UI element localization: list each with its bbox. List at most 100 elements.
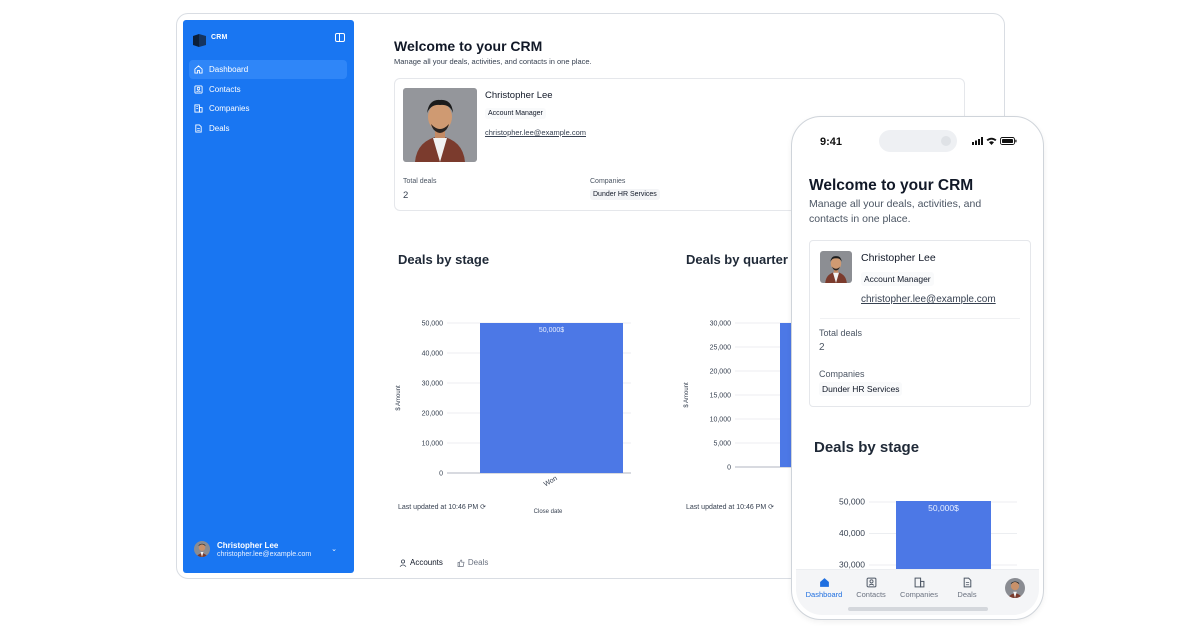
- profile-name: Christopher Lee: [861, 252, 936, 264]
- last-updated-stage: Last updated at 10:46 PM ⟳: [398, 504, 486, 511]
- refresh-icon[interactable]: ⟳: [480, 504, 486, 511]
- x-axis-title: Close date: [534, 509, 563, 515]
- total-deals-label: Total deals: [403, 178, 437, 185]
- building-icon: [914, 577, 924, 588]
- y-tick-label: 5,000: [713, 441, 731, 448]
- tab-companies[interactable]: Companies: [894, 577, 944, 599]
- sidebar-header: CRM: [193, 30, 345, 52]
- sidebar-item-label: Dashboard: [209, 65, 249, 74]
- companies-label: Companies: [590, 178, 626, 185]
- phone-deals-by-stage-chart: 30,000 40,000 50,000 50,000$: [839, 497, 1017, 570]
- sidebar-item-companies[interactable]: Companies: [189, 99, 347, 118]
- x-tick-label: Won: [543, 475, 559, 488]
- status-time: 9:41: [820, 136, 843, 148]
- sidebar-item-label: Contacts: [209, 84, 241, 94]
- y-tick-label: 20,000: [710, 369, 732, 376]
- y-tick-label: 15,000: [710, 393, 732, 400]
- y-tick-label: 30,000: [422, 381, 444, 388]
- profile-avatar-tab[interactable]: [1005, 578, 1025, 598]
- total-deals-label: Total deals: [819, 328, 863, 338]
- y-tick-label: 20,000: [422, 411, 444, 418]
- company-badge[interactable]: Dunder HR Services: [590, 189, 660, 200]
- y-axis-title: $ Amount: [684, 382, 690, 408]
- home-icon: [194, 65, 203, 74]
- bottom-tabs: Accounts Deals: [399, 558, 488, 567]
- tab-dashboard[interactable]: Dashboard: [799, 577, 849, 599]
- sidebar-item-label: Companies: [209, 104, 250, 113]
- home-icon: [819, 578, 829, 587]
- person-icon: [399, 558, 407, 567]
- cellular-signal-icon: [972, 137, 983, 145]
- companies-label: Companies: [819, 369, 865, 379]
- last-updated-quarter: Last updated at 10:46 PM ⟳: [686, 504, 774, 511]
- y-tick-label: 40,000: [839, 528, 865, 538]
- total-deals-value: 2: [403, 190, 409, 201]
- sidebar-item-deals[interactable]: Deals: [189, 119, 347, 138]
- chevron-down-icon: ⌄: [331, 546, 337, 553]
- y-tick-label: 50,000: [839, 497, 865, 507]
- avatar: [194, 541, 210, 557]
- page-subtitle: Manage all your deals, activities, and c…: [394, 57, 592, 66]
- deals-by-stage-title: Deals by stage: [398, 252, 490, 267]
- brand-name: CRM: [211, 34, 228, 41]
- contact-card-icon: [194, 84, 203, 94]
- sidebar-item-label: Deals: [209, 123, 230, 133]
- sidebar: CRM Dashboard Contacts Companies Deals C…: [183, 20, 354, 573]
- y-tick-label: 50,000: [422, 321, 444, 328]
- y-axis-title: $ Amount: [396, 385, 402, 411]
- phone-profile-card: Christopher Lee Account Manager christop…: [809, 240, 1031, 407]
- home-indicator: [848, 607, 988, 611]
- page-title: Welcome to your CRM: [394, 38, 543, 54]
- tab-accounts[interactable]: Accounts: [399, 558, 443, 567]
- user-email: christopher.lee@example.com: [217, 551, 312, 558]
- status-icons: [972, 137, 1017, 145]
- document-icon: [963, 577, 971, 588]
- building-icon: [194, 104, 203, 113]
- profile-photo: [820, 251, 852, 283]
- phone-frame: 9:41 Welcome to your CRM Manage all your…: [791, 116, 1044, 620]
- wifi-icon: [986, 137, 997, 145]
- y-tick-label: 30,000: [839, 560, 865, 570]
- company-badge[interactable]: Dunder HR Services: [819, 382, 903, 396]
- profile-role-badge: Account Manager: [485, 108, 546, 119]
- dynamic-island: [879, 130, 957, 152]
- sidebar-nav: Dashboard Contacts Companies Deals: [189, 60, 347, 138]
- deals-by-stage-chart: 0 10,000 20,000 30,000 40,000 50,000 50,000$ Wo…: [396, 321, 631, 515]
- document-icon: [195, 123, 202, 133]
- phone-page-title: Welcome to your CRM: [809, 177, 974, 194]
- y-tick-label: 10,000: [422, 441, 444, 448]
- sidebar-item-contacts[interactable]: Contacts: [189, 80, 347, 99]
- y-tick-label: 30,000: [710, 321, 732, 328]
- deals-by-quarter-title: Deals by quarter: [686, 252, 788, 267]
- sidebar-item-dashboard[interactable]: Dashboard: [189, 60, 347, 79]
- user-name: Christopher Lee: [217, 541, 279, 550]
- phone-screen: 9:41 Welcome to your CRM Manage all your…: [796, 121, 1039, 615]
- y-tick-label: 40,000: [422, 351, 444, 358]
- total-deals-value: 2: [819, 342, 825, 353]
- profile-role-badge: Account Manager: [861, 272, 934, 286]
- tab-contacts[interactable]: Contacts: [846, 577, 896, 599]
- phone-page-subtitle: Manage all your deals, activities, and c…: [809, 198, 982, 225]
- bar-data-label: 50,000$: [539, 327, 564, 334]
- bar: [480, 323, 623, 473]
- y-tick-label: 10,000: [710, 417, 732, 424]
- y-tick-label: 25,000: [710, 345, 732, 352]
- battery-icon: [1000, 137, 1017, 145]
- profile-name: Christopher Lee: [485, 90, 553, 101]
- profile-email-link[interactable]: christopher.lee@example.com: [861, 294, 996, 305]
- profile-email-link[interactable]: christopher.lee@example.com: [485, 128, 586, 137]
- divider: [820, 318, 1020, 319]
- sidebar-user-menu[interactable]: Christopher Lee christopher.lee@example.…: [193, 539, 345, 561]
- phone-chart-title: Deals by stage: [814, 439, 920, 456]
- tab-deals[interactable]: Deals: [942, 577, 992, 599]
- thumbs-up-icon: [457, 559, 465, 567]
- y-tick-label: 0: [727, 465, 731, 472]
- phone-tab-bar: Dashboard Contacts Companies Deals: [796, 569, 1039, 615]
- crm-logo-icon: [193, 34, 206, 47]
- tab-deals[interactable]: Deals: [457, 558, 488, 567]
- profile-photo: [403, 88, 477, 162]
- sidebar-toggle-icon[interactable]: [335, 33, 345, 42]
- bar-data-label: 50,000$: [928, 503, 959, 513]
- refresh-icon[interactable]: ⟳: [768, 504, 774, 511]
- y-tick-label: 0: [439, 471, 443, 478]
